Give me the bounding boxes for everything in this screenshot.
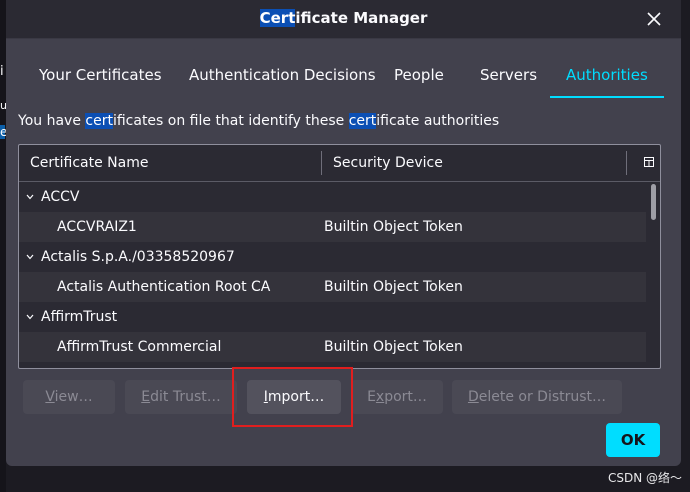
tree-group-row[interactable]: Actalis S.p.A./03358520967 bbox=[19, 242, 646, 272]
accesskey: x bbox=[375, 389, 385, 405]
ok-button[interactable]: OK bbox=[606, 423, 660, 457]
delete-or-distrust-button[interactable]: Delete or Distrust… bbox=[452, 380, 622, 414]
button-label: iew… bbox=[54, 389, 93, 405]
dialog-title: Certificate Manager bbox=[6, 9, 681, 27]
certificate-name: AffirmTrust Commercial bbox=[57, 339, 222, 355]
group-name: Actalis S.p.A./03358520967 bbox=[41, 249, 235, 265]
button-label: port… bbox=[384, 389, 427, 405]
column-divider[interactable] bbox=[321, 151, 322, 175]
chevron-down-icon[interactable] bbox=[26, 314, 34, 320]
tree-scrollbar[interactable] bbox=[648, 182, 660, 368]
description-search-highlight: cert bbox=[85, 113, 113, 129]
tree-group-row[interactable]: ACCV bbox=[19, 182, 646, 212]
tree-group-row[interactable]: AffirmTrust bbox=[19, 302, 646, 332]
tab-authentication-decisions[interactable]: Authentication Decisions bbox=[173, 50, 392, 98]
tab-servers[interactable]: Servers bbox=[464, 50, 553, 98]
edit-trust-button[interactable]: Edit Trust… bbox=[125, 380, 237, 414]
description-search-highlight: cert bbox=[348, 113, 377, 129]
column-header-security-device[interactable]: Security Device bbox=[333, 145, 443, 181]
chevron-down-icon[interactable] bbox=[26, 254, 34, 260]
tab-your-certificates[interactable]: Your Certificates bbox=[23, 50, 178, 98]
watermark: CSDN @络～ bbox=[607, 471, 682, 485]
security-device: Builtin Object Token bbox=[324, 339, 463, 355]
accesskey: D bbox=[467, 389, 479, 405]
group-name: ACCV bbox=[41, 189, 80, 205]
scrollbar-thumb[interactable] bbox=[651, 184, 656, 220]
security-device: Builtin Object Token bbox=[324, 219, 463, 235]
column-divider[interactable] bbox=[626, 151, 627, 175]
accesskey: E bbox=[141, 389, 151, 405]
tab-authorities[interactable]: Authorities bbox=[550, 50, 664, 98]
tree-cert-row[interactable]: AffirmTrust Commercial Builtin Object To… bbox=[19, 332, 646, 362]
dialog-titlebar: Certificate Manager bbox=[6, 0, 681, 39]
tree-cert-row[interactable]: Actalis Authentication Root CA Builtin O… bbox=[19, 272, 646, 302]
description-text: ificate authorities bbox=[376, 113, 500, 129]
view-button[interactable]: View… bbox=[23, 380, 115, 414]
export-button[interactable]: Export… bbox=[351, 380, 443, 414]
chevron-down-icon[interactable] bbox=[26, 194, 34, 200]
security-device: Builtin Object Token bbox=[324, 279, 463, 295]
certificate-name: Actalis Authentication Root CA bbox=[57, 279, 271, 295]
title-search-highlight: Cert bbox=[259, 9, 296, 27]
tree-cert-row[interactable]: ACCVRAIZ1 Builtin Object Token bbox=[19, 212, 646, 242]
annotation-highlight-box bbox=[232, 367, 353, 427]
description-text: ificates on file that identify these bbox=[112, 113, 349, 129]
close-button[interactable] bbox=[643, 8, 665, 30]
background-text-fragment: e bbox=[0, 125, 8, 139]
column-header-certificate-name[interactable]: Certificate Name bbox=[30, 145, 148, 181]
certificate-name: ACCVRAIZ1 bbox=[57, 219, 137, 235]
close-icon bbox=[647, 12, 661, 26]
tab-people[interactable]: People bbox=[378, 50, 460, 98]
background-text-fragment: i bbox=[0, 64, 4, 79]
title-text: ificate Manager bbox=[295, 9, 428, 27]
accesskey: V bbox=[45, 389, 55, 405]
authorities-description: You have certificates on file that ident… bbox=[18, 113, 499, 129]
button-label: dit Trust… bbox=[150, 389, 221, 405]
tree-header: Certificate Name Security Device bbox=[19, 145, 660, 182]
description-text: You have bbox=[18, 113, 86, 129]
group-name: AffirmTrust bbox=[41, 309, 118, 325]
certificate-tree[interactable]: Certificate Name Security Device ACCV AC… bbox=[18, 144, 661, 369]
button-label: elete or Distrust… bbox=[478, 389, 607, 405]
tab-bar: Your Certificates Authentication Decisio… bbox=[6, 50, 681, 98]
column-picker-icon[interactable] bbox=[644, 157, 654, 167]
button-label: E bbox=[367, 389, 376, 405]
